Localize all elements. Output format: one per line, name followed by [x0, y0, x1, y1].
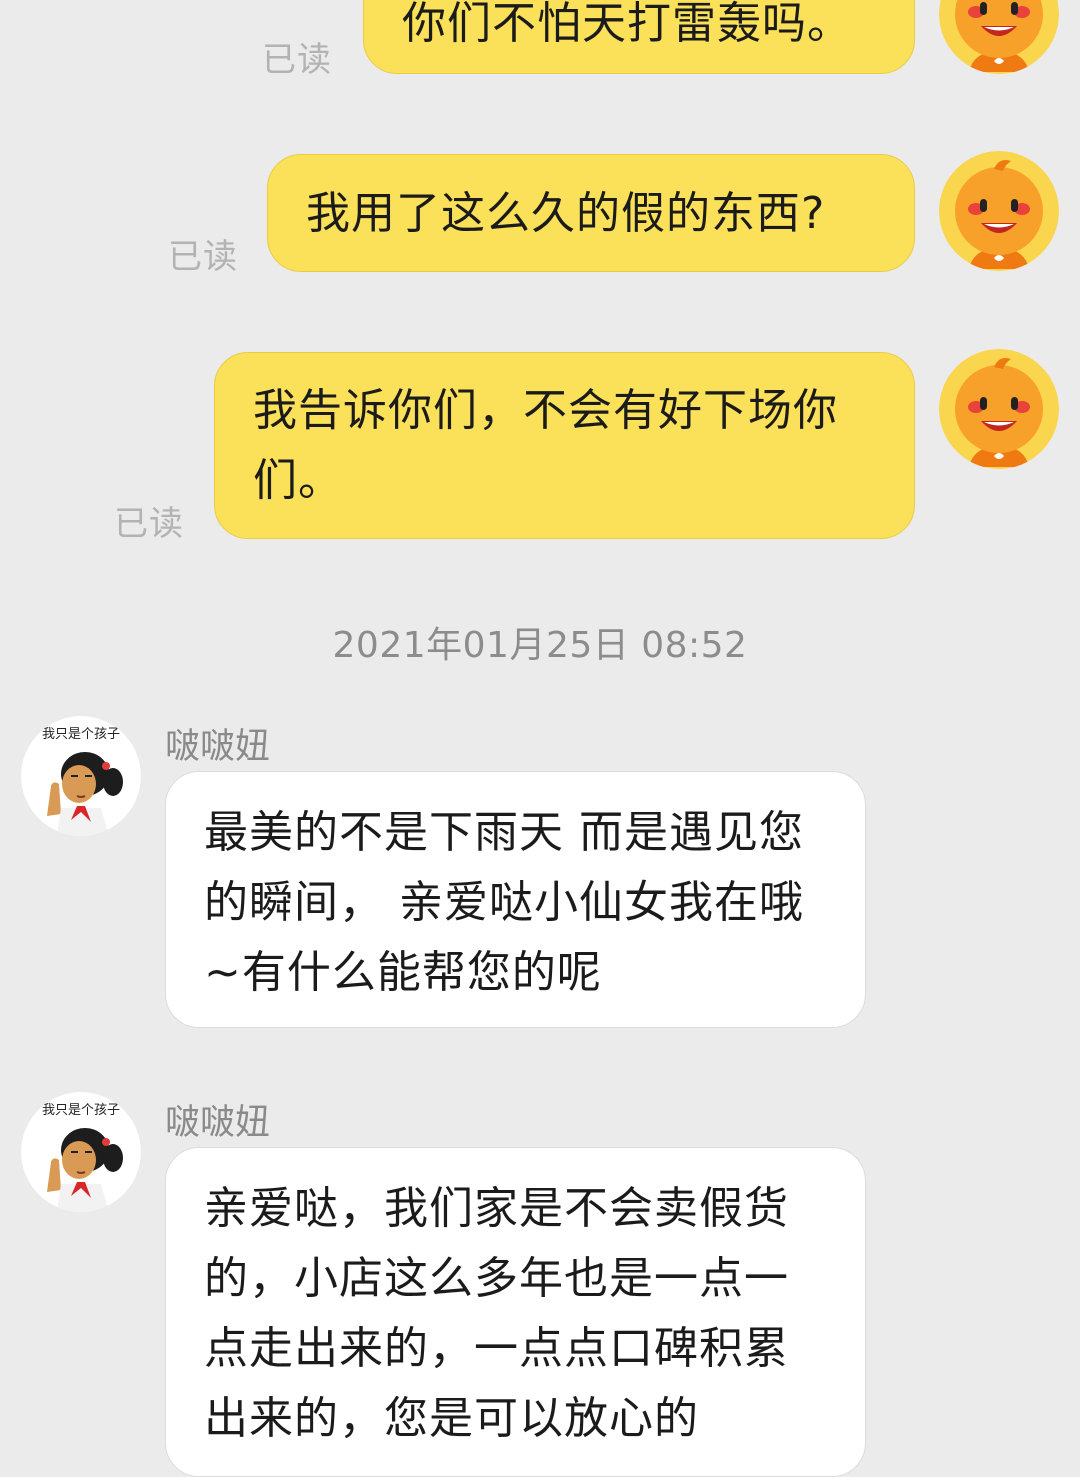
message-text: 我告诉你们，不会有好下场你们。	[253, 385, 838, 506]
sender-name: 啵啵妞	[165, 727, 271, 767]
user-avatar[interactable]	[939, 0, 1059, 74]
svg-text:我只是个孩子: 我只是个孩子	[42, 1103, 120, 1118]
user-avatar[interactable]	[939, 349, 1059, 469]
orange-mascot-avatar-icon	[939, 151, 1059, 271]
sender-name: 啵啵妞	[165, 1103, 271, 1143]
user-avatar[interactable]	[939, 151, 1059, 271]
agent-avatar[interactable]: 我只是个孩子	[21, 1092, 141, 1212]
outgoing-message-bubble[interactable]: 我告诉你们，不会有好下场你们。	[214, 352, 915, 539]
girl-cartoon-avatar-icon: 我只是个孩子	[21, 1092, 141, 1212]
orange-mascot-avatar-icon	[939, 0, 1059, 74]
girl-cartoon-avatar-icon: 我只是个孩子	[21, 716, 141, 836]
outgoing-message-bubble[interactable]: 我用了这么久的假的东西?	[267, 154, 915, 272]
read-status: 已读	[168, 237, 238, 277]
message-text: 亲爱哒，我们家是不会卖假货的，小店这么多年也是一点一点走出来的，一点点口碑积累出…	[204, 1183, 789, 1444]
incoming-message-bubble[interactable]: 最美的不是下雨天 而是遇见您的瞬间， 亲爱哒小仙女我在哦~有什么能帮您的呢	[165, 771, 866, 1028]
read-status: 已读	[114, 504, 184, 544]
message-text: 最美的不是下雨天 而是遇见您的瞬间， 亲爱哒小仙女我在哦~有什么能帮您的呢	[204, 807, 804, 998]
orange-mascot-avatar-icon	[939, 349, 1059, 469]
message-text: 我用了这么久的假的东西?	[306, 188, 826, 239]
timestamp-divider: 2021年01月25日 08:52	[332, 625, 748, 666]
agent-avatar[interactable]: 我只是个孩子	[21, 716, 141, 836]
read-status: 已读	[262, 40, 332, 80]
incoming-message-bubble[interactable]: 亲爱哒，我们家是不会卖假货的，小店这么多年也是一点一点走出来的，一点点口碑积累出…	[165, 1147, 866, 1477]
message-text: 你们不怕天打雷轰吗。	[402, 0, 852, 49]
svg-text:我只是个孩子: 我只是个孩子	[42, 727, 120, 742]
outgoing-message-bubble[interactable]: 你们不怕天打雷轰吗。	[363, 0, 915, 74]
chat-window: 已读 你们不怕天打雷轰吗。 已读 我用了这么久的假的东西? 已读 我告诉你们，不…	[0, 0, 1080, 1477]
